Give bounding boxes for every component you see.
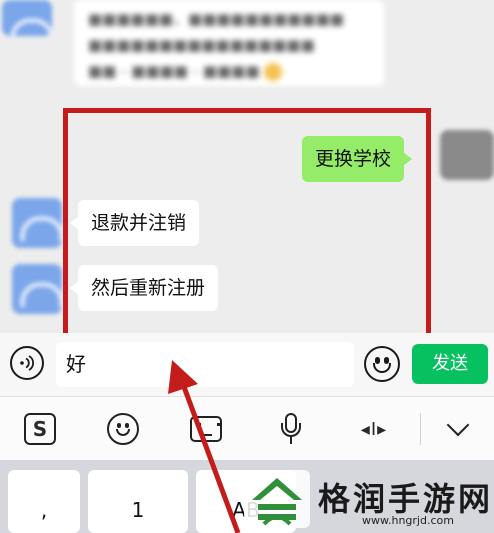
contact-avatar[interactable]	[2, 0, 52, 36]
emoji-picker-icon[interactable]	[364, 346, 400, 382]
emoji-icon	[264, 62, 283, 81]
microphone-icon[interactable]	[280, 413, 302, 445]
contact-avatar[interactable]	[12, 264, 62, 314]
message-input[interactable]: 好	[56, 342, 354, 387]
key-comma[interactable]: ,	[8, 470, 80, 533]
chevron-down-icon[interactable]	[444, 413, 474, 445]
highlight-annotation-box	[63, 108, 431, 340]
watermark-logo-icon	[244, 470, 310, 528]
blurred-line: ■■■■■■■■■■■■■■■■	[88, 36, 315, 54]
cursor-move-icon[interactable]: ◂I▸	[354, 413, 394, 445]
send-button[interactable]: 发送	[412, 344, 488, 384]
toolbar-divider	[420, 413, 421, 445]
emoji-keyboard-icon[interactable]	[107, 413, 139, 445]
blurred-line: ■■ - ■■■■ - ■■■■	[88, 58, 370, 84]
sogou-logo-icon[interactable]: S	[24, 413, 56, 445]
voice-input-icon[interactable]	[10, 346, 44, 380]
watermark: 格润手游网 www.hngrjd.com	[244, 466, 494, 533]
blurred-line: ■■■■■■，■■■■■■■■■■■	[88, 10, 344, 28]
message-input-bar: 好 发送	[0, 333, 494, 396]
contact-avatar[interactable]	[12, 198, 62, 248]
key-1[interactable]: 1	[88, 470, 188, 533]
watermark-url: www.hngrjd.com	[362, 514, 454, 527]
blurred-message-bubble: ■■■■■■，■■■■■■■■■■■ ■■■■■■■■■■■■■■■■ ■■ -…	[74, 0, 384, 86]
voice-wave-icon	[20, 355, 35, 371]
keyboard-layout-icon[interactable]	[190, 416, 222, 442]
self-avatar[interactable]	[440, 130, 494, 180]
keyboard-toolbar: S ◂I▸	[0, 396, 494, 460]
